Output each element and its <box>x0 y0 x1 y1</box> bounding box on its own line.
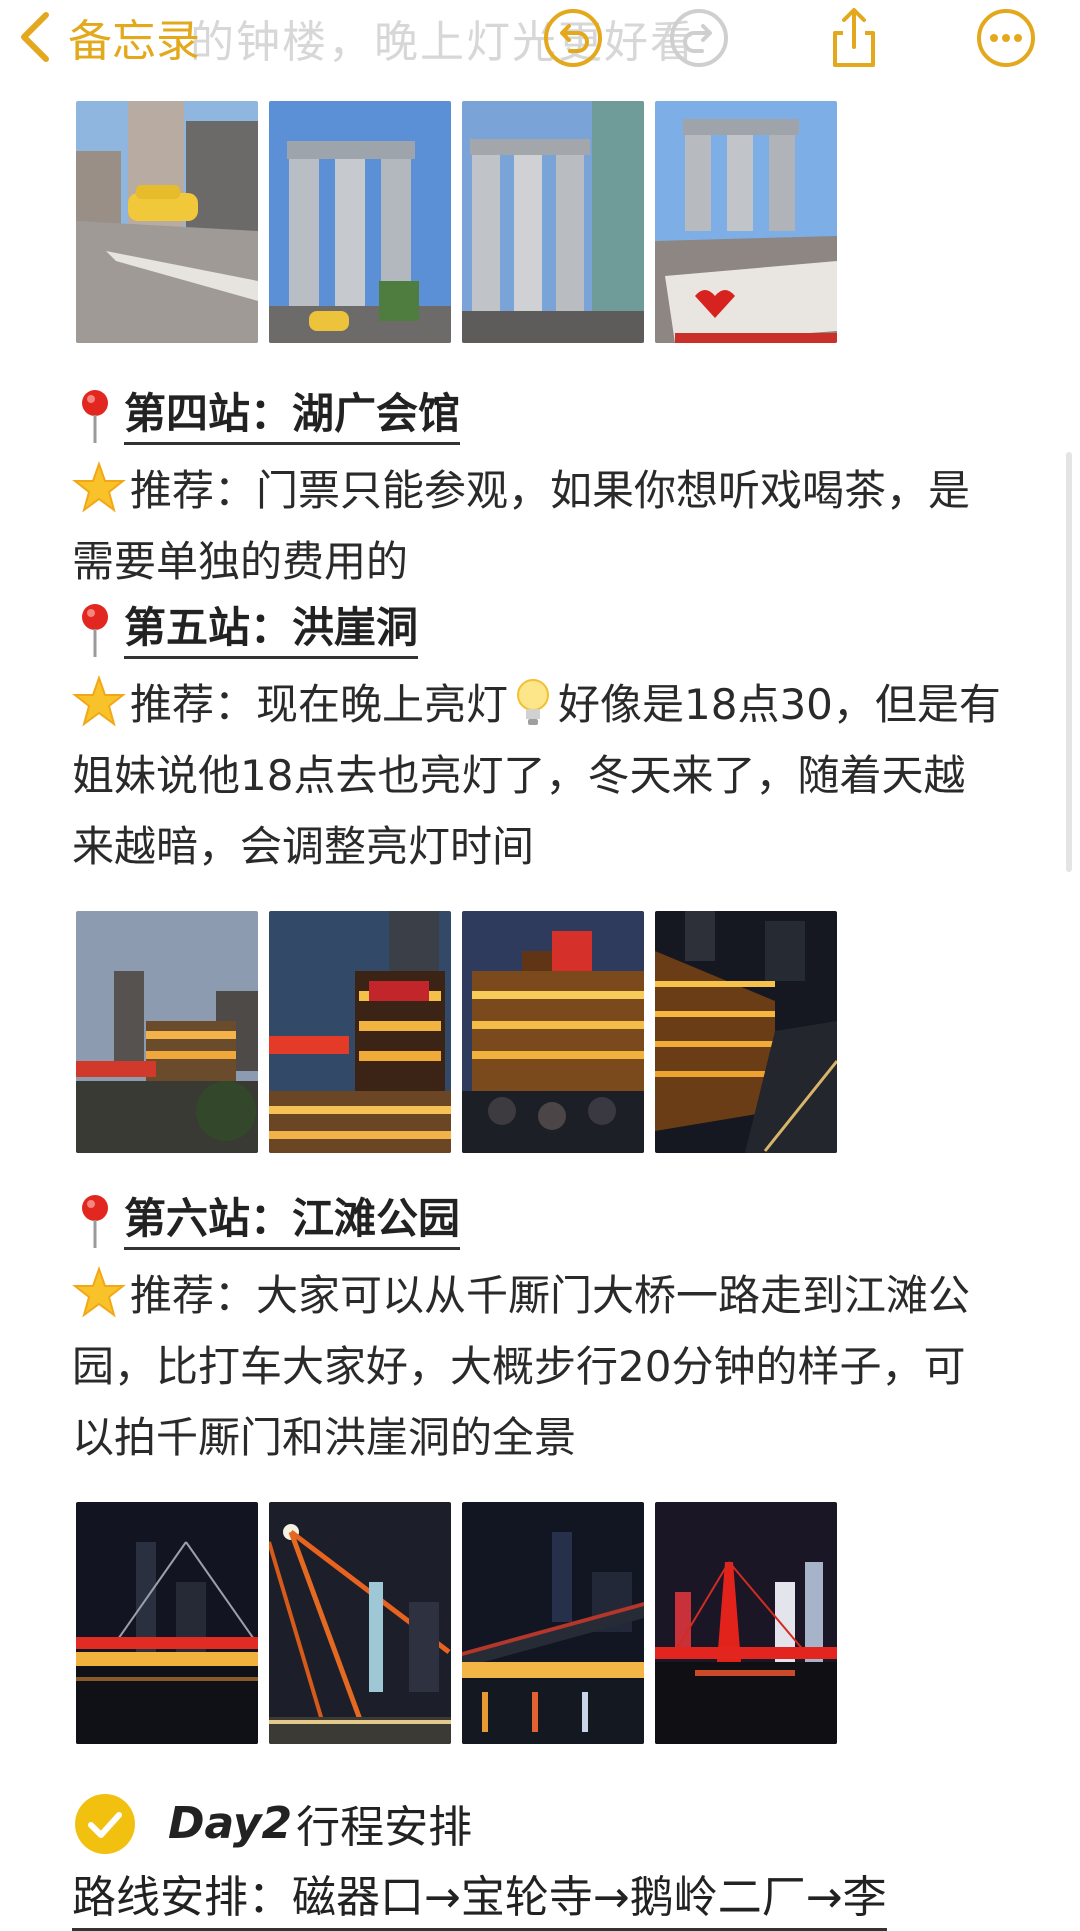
bridge-cables-photo[interactable] <box>269 1502 451 1744</box>
pushpin-icon <box>82 1195 108 1248</box>
chevron-left-icon <box>21 12 49 62</box>
i-love-cq-photo[interactable] <box>655 101 837 343</box>
day2-en: Day2 <box>168 1797 293 1849</box>
redo-button[interactable] <box>667 6 731 70</box>
section-title: 第五站：洪崖洞 <box>124 602 419 659</box>
hongyadong-night-photo[interactable] <box>655 911 837 1153</box>
photo-row-raffles <box>76 101 876 343</box>
day2-label: 行程安排 <box>296 1802 473 1853</box>
note-body[interactable]: 第四站：湖广会馆 推荐：门票只能参观，如果你想听戏喝茶，是需要单独的费用的 第五… <box>0 0 1080 1931</box>
section-heading-6: 第六站：江滩公园 <box>72 1191 461 1251</box>
more-icon <box>977 9 1035 67</box>
street-taxi-photo[interactable] <box>76 101 258 343</box>
raffles-towers-photo[interactable] <box>269 101 451 343</box>
share-icon <box>833 8 875 67</box>
section-text-5: 推荐：现在晚上亮灯 好像是18点30，但是有姐妹说他18点去也亮灯了，冬天来了，随… <box>72 669 1002 882</box>
back-label: 备忘录 <box>68 16 200 67</box>
section-title: 第六站：江滩公园 <box>124 1193 461 1250</box>
glowing-star-icon <box>72 461 126 513</box>
section-heading-5: 第五站：洪崖洞 <box>72 600 419 660</box>
red-bridge-photo[interactable] <box>655 1502 837 1744</box>
section-text-6: 推荐：大家可以从千厮门大桥一路走到江滩公园，比打车大家好，大概步行20分钟的样子… <box>72 1260 1002 1473</box>
section-heading-4: 第四站：湖广会馆 <box>72 386 461 446</box>
hongyadong-gate-photo[interactable] <box>269 911 451 1153</box>
raffles-towers-street-photo[interactable] <box>462 101 644 343</box>
scrolled-under-text: 的钟楼，晚上灯光更好看 <box>190 17 696 68</box>
light-bulb-icon <box>517 679 550 725</box>
undo-icon <box>544 9 602 67</box>
redo-icon <box>670 9 728 67</box>
pushpin-icon <box>82 604 108 657</box>
undo-button[interactable] <box>541 6 605 70</box>
day2-heading: Day2 行程安排 <box>168 1790 472 1856</box>
hongyadong-crowd-photo[interactable] <box>462 911 644 1153</box>
checkmark-icon <box>75 1794 135 1854</box>
pushpin-icon <box>82 390 108 443</box>
photo-row-hongyadong <box>76 911 876 1153</box>
glowing-star-icon <box>72 675 126 727</box>
navigation-bar: 的钟楼，晚上灯光更好看 备忘录 <box>0 0 1080 78</box>
back-button[interactable]: 备忘录 <box>18 6 200 68</box>
glowing-star-icon <box>72 1266 126 1318</box>
photo-row-bridges <box>76 1502 876 1744</box>
section-text-4: 推荐：门票只能参观，如果你想听戏喝茶，是需要单独的费用的 <box>72 455 1002 597</box>
route-text: 路线安排：磁器口→宝轮寺→鹅岭二厂→李 <box>72 1868 887 1931</box>
more-button[interactable] <box>974 6 1038 70</box>
scroll-indicator[interactable] <box>1066 452 1072 872</box>
share-button[interactable] <box>822 6 886 70</box>
hongyadong-dusk-photo[interactable] <box>76 911 258 1153</box>
river-bridge-photo[interactable] <box>462 1502 644 1744</box>
qiansimen-bridge-photo[interactable] <box>76 1502 258 1744</box>
section-title: 第四站：湖广会馆 <box>124 388 461 445</box>
